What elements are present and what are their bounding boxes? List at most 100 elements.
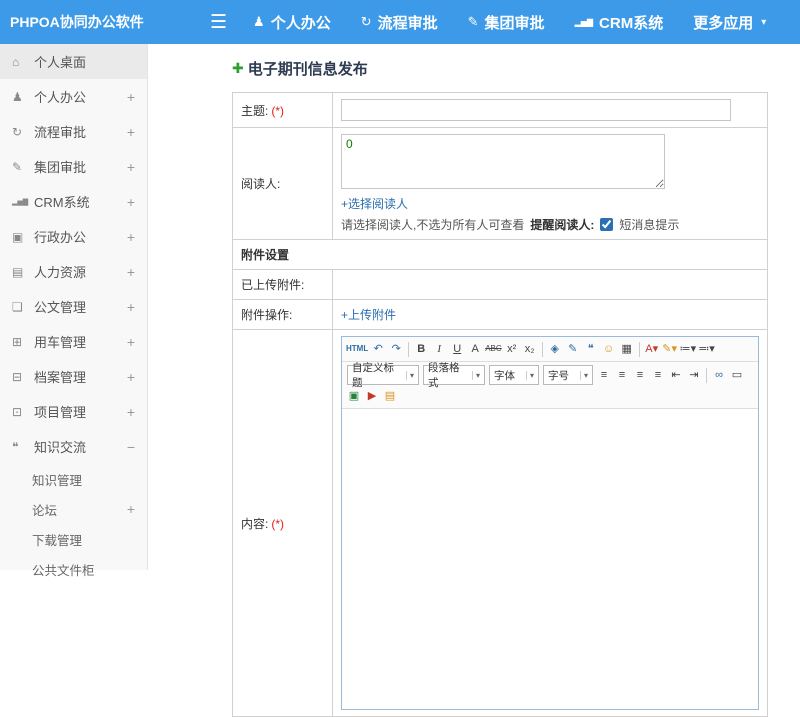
- plus-icon: ✚: [232, 60, 244, 77]
- sidebar-subitem-label: 公共文件柜: [32, 560, 135, 579]
- strikethrough-button[interactable]: ABC: [485, 340, 501, 358]
- nav-label: 集团审批: [485, 12, 545, 33]
- html-source-button[interactable]: HTML: [346, 340, 368, 358]
- attachment-operation-label: 附件操作:: [241, 308, 292, 322]
- menu-icon[interactable]: ☰: [210, 11, 227, 34]
- horizontal-rule-button[interactable]: ▭: [729, 366, 745, 384]
- link-button[interactable]: ∞: [711, 366, 727, 384]
- nav-item-workflow-approval[interactable]: ↻ 流程审批: [361, 12, 438, 33]
- italic-button[interactable]: I: [431, 340, 447, 358]
- subscript-button[interactable]: x₂: [522, 340, 538, 358]
- sidebar-item-personal-desktop[interactable]: ⌂ 个人桌面: [0, 44, 147, 79]
- expand-icon[interactable]: +: [127, 299, 135, 315]
- expand-icon[interactable]: +: [127, 501, 135, 517]
- remove-format-button[interactable]: ◈: [547, 340, 563, 358]
- content-label: 内容:: [241, 517, 268, 531]
- sidebar-item-label: 人力资源: [34, 262, 127, 281]
- editor-toolbar-row1: HTML↶↷ BIUAABCx²x₂ ◈✎❝☺▦ A▾✎▾≔▾≕▾: [342, 337, 758, 362]
- sidebar-item-workflow-approval[interactable]: ↻ 流程审批 +: [0, 114, 147, 149]
- process-icon: ↻: [361, 14, 372, 30]
- paragraph-select-value: 段落格式: [428, 360, 468, 390]
- insert-image-button[interactable]: ▣: [346, 387, 362, 405]
- insert-media-button[interactable]: ▶: [364, 387, 380, 405]
- readers-textarea[interactable]: 0: [341, 134, 665, 189]
- upload-attachment-link[interactable]: +上传附件: [341, 308, 396, 322]
- size-select-value: 字号: [548, 368, 569, 383]
- sidebar-item-group-approval[interactable]: ✎ 集团审批 +: [0, 149, 147, 184]
- sidebar-item-label: 公文管理: [34, 297, 127, 316]
- sidebar-item-label: 知识交流: [34, 437, 127, 456]
- nav-item-more-apps[interactable]: 更多应用 ▾: [693, 12, 766, 33]
- paragraph-format-select[interactable]: 段落格式 ▾: [423, 365, 485, 385]
- expand-icon[interactable]: +: [127, 404, 135, 420]
- editor-content-area[interactable]: [342, 409, 758, 709]
- font-style-button[interactable]: A: [467, 340, 483, 358]
- sidebar-subitem-label: 论坛: [32, 500, 127, 519]
- indent-increase-button[interactable]: ⇥: [686, 366, 702, 384]
- uploaded-attachments-label: 已上传附件:: [241, 278, 304, 292]
- expand-icon[interactable]: +: [127, 369, 135, 385]
- sidebar-subitem-knowledge-mgmt[interactable]: 知识管理: [0, 464, 147, 494]
- collapse-icon[interactable]: −: [127, 439, 135, 455]
- align-left-button[interactable]: ≡: [596, 366, 612, 384]
- expand-icon[interactable]: +: [127, 334, 135, 350]
- table-button[interactable]: ▦: [619, 340, 635, 358]
- underline-button[interactable]: U: [449, 340, 465, 358]
- expand-icon[interactable]: +: [127, 264, 135, 280]
- align-justify-button[interactable]: ≡: [650, 366, 666, 384]
- chevron-down-icon: ▾: [406, 371, 414, 380]
- sidebar-item-hr[interactable]: ▤ 人力资源 +: [0, 254, 147, 289]
- nav-item-crm[interactable]: ▂▅▇ CRM系统: [575, 12, 664, 33]
- expand-icon[interactable]: +: [127, 124, 135, 140]
- document-icon: ❏: [12, 300, 34, 314]
- superscript-button[interactable]: x²: [504, 340, 520, 358]
- main-content: ✚ 电子期刊信息发布 主题:(*) 阅读人: 0 +选择阅读人 请选择: [148, 44, 800, 570]
- edit-icon: ✎: [12, 160, 34, 174]
- attachment-button[interactable]: ▤: [382, 387, 398, 405]
- font-size-select[interactable]: 字号 ▾: [543, 365, 593, 385]
- chevron-down-icon: ▾: [761, 17, 766, 28]
- sidebar-subitem-public-file-cabinet[interactable]: 公共文件柜: [0, 554, 147, 584]
- ordered-list-button[interactable]: ≔▾: [680, 340, 697, 358]
- format-painter-button[interactable]: ✎: [565, 340, 581, 358]
- font-family-select[interactable]: 字体 ▾: [489, 365, 539, 385]
- sidebar-item-knowledge-exchange[interactable]: ❝ 知识交流 −: [0, 429, 147, 464]
- chat-icon: ❝: [12, 440, 34, 454]
- select-readers-link[interactable]: +选择阅读人: [341, 197, 408, 211]
- nav-item-group-approval[interactable]: ✎ 集团审批: [468, 12, 545, 33]
- sidebar-item-crm[interactable]: ▂▅▇ CRM系统 +: [0, 184, 147, 219]
- sidebar-item-vehicle-mgmt[interactable]: ⊞ 用车管理 +: [0, 324, 147, 359]
- nav-item-personal-office[interactable]: ♟ 个人办公: [253, 12, 331, 33]
- sidebar-subitem-download-mgmt[interactable]: 下载管理: [0, 524, 147, 554]
- emotion-button[interactable]: ☺: [601, 340, 617, 358]
- readers-row: 阅读人: 0 +选择阅读人 请选择阅读人,不选为所有人可查看 提醒阅读人: 短消…: [233, 128, 768, 240]
- sidebar: ⌂ 个人桌面 ♟ 个人办公 + ↻ 流程审批 + ✎ 集团审批 + ▂▅▇ CR…: [0, 44, 148, 570]
- sms-notify-checkbox[interactable]: [600, 218, 613, 231]
- unordered-list-button[interactable]: ≕▾: [698, 340, 715, 358]
- page-title-text: 电子期刊信息发布: [248, 58, 368, 79]
- sidebar-item-personal-office[interactable]: ♟ 个人办公 +: [0, 79, 147, 114]
- expand-icon[interactable]: +: [127, 194, 135, 210]
- blockquote-button[interactable]: ❝: [583, 340, 599, 358]
- sidebar-item-document-mgmt[interactable]: ❏ 公文管理 +: [0, 289, 147, 324]
- highlight-color-button[interactable]: ✎▾: [662, 340, 678, 358]
- font-color-button[interactable]: A▾: [644, 340, 660, 358]
- toolbar-separator: [408, 342, 409, 357]
- sidebar-subitem-forum[interactable]: 论坛 +: [0, 494, 147, 524]
- archive-icon: ⊟: [12, 370, 34, 384]
- uploaded-label-cell: 已上传附件:: [233, 270, 333, 300]
- undo-button[interactable]: ↶: [370, 340, 386, 358]
- align-right-button[interactable]: ≡: [632, 366, 648, 384]
- bold-button[interactable]: B: [413, 340, 429, 358]
- align-center-button[interactable]: ≡: [614, 366, 630, 384]
- expand-icon[interactable]: +: [127, 89, 135, 105]
- redo-button[interactable]: ↷: [388, 340, 404, 358]
- sidebar-item-archive-mgmt[interactable]: ⊟ 档案管理 +: [0, 359, 147, 394]
- heading-select[interactable]: 自定义标题 ▾: [347, 365, 419, 385]
- sidebar-item-project-mgmt[interactable]: ⊡ 项目管理 +: [0, 394, 147, 429]
- indent-decrease-button[interactable]: ⇤: [668, 366, 684, 384]
- expand-icon[interactable]: +: [127, 229, 135, 245]
- sidebar-item-admin-office[interactable]: ▣ 行政办公 +: [0, 219, 147, 254]
- expand-icon[interactable]: +: [127, 159, 135, 175]
- subject-input[interactable]: [341, 99, 731, 121]
